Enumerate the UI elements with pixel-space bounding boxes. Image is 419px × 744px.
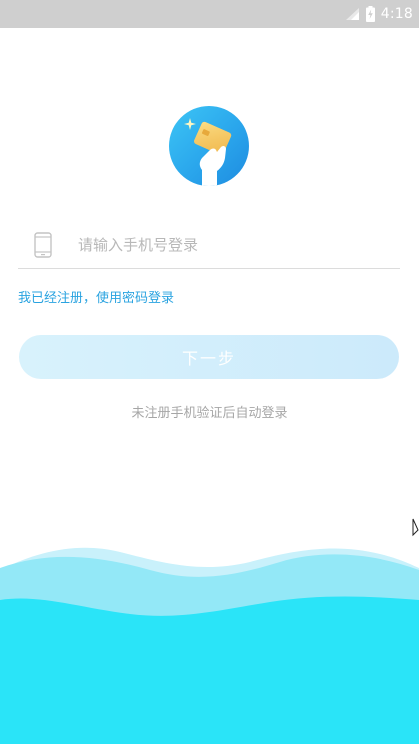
signal-icon: [345, 8, 360, 20]
wave-decoration: [0, 547, 419, 744]
phone-icon: [32, 232, 54, 258]
status-bar: 4:18: [0, 0, 419, 28]
phone-input-row: [18, 220, 400, 269]
status-bar-right: 4:18: [345, 0, 413, 28]
battery-charging-icon: [365, 6, 375, 22]
wave-front: [0, 596, 419, 744]
card-in-hand-icon: [184, 118, 232, 186]
password-login-link[interactable]: 我已经注册，使用密码登录: [18, 287, 174, 306]
auto-login-hint: 未注册手机验证后自动登录: [131, 406, 288, 421]
phone-input[interactable]: [78, 228, 388, 262]
next-button[interactable]: 下一步: [19, 335, 399, 379]
status-time: 4:18: [380, 6, 413, 22]
mouse-cursor-icon: [412, 518, 419, 538]
app-logo: [169, 106, 249, 186]
